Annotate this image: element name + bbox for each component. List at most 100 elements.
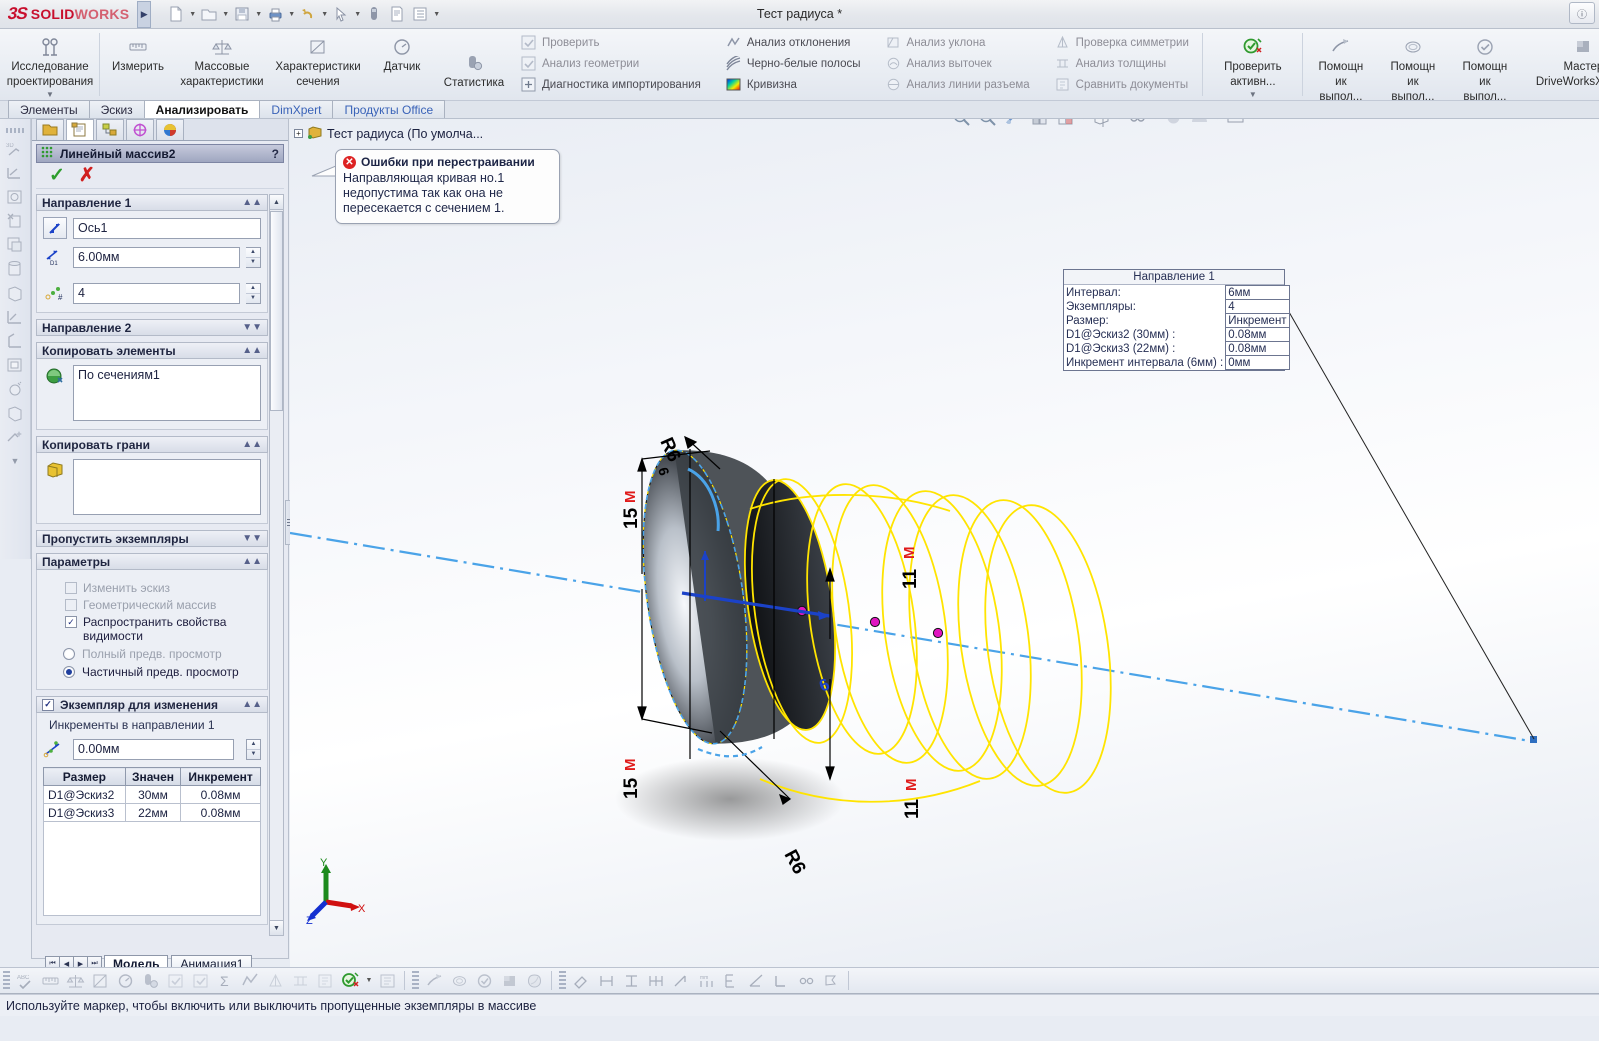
ok-button[interactable]: ✓	[49, 164, 65, 187]
driveworks-icon[interactable]	[497, 969, 522, 992]
option-partial-preview[interactable]: Частичный предв. просмотр	[63, 665, 261, 679]
zebra-stripes-row[interactable]: Черно-белые полосы	[723, 53, 867, 74]
dimxpert-manager-tab[interactable]	[126, 119, 154, 140]
option-full-preview[interactable]: Полный предв. просмотр	[63, 647, 261, 661]
chevron-up-icon[interactable]: ▲▲	[242, 197, 262, 208]
sustainability-icon[interactable]	[522, 969, 547, 992]
direction1-count-field[interactable]: 4	[73, 282, 240, 304]
features-to-pattern-header[interactable]: Копировать элементы ▲▲	[36, 342, 268, 359]
zoom-to-fit-icon[interactable]	[950, 119, 973, 129]
sensor-button[interactable]: Датчик	[366, 31, 438, 74]
draft-assistant-button[interactable]: Помощн ик выпол...	[1305, 31, 1377, 104]
extrude-cut-icon[interactable]	[3, 209, 27, 233]
mass-properties-button[interactable]: Массовые характеристики	[174, 31, 270, 89]
symmetry-check-icon[interactable]	[263, 969, 288, 992]
baseline-dimension-icon[interactable]	[644, 969, 669, 992]
check-active-icon[interactable]	[338, 969, 363, 992]
table-row[interactable]: D1@Эскиз3 22мм 0.08мм	[43, 803, 261, 822]
vertical-dimension-icon[interactable]	[619, 969, 644, 992]
graphics-viewport[interactable]: + Тест радиуса (По умолча... ▼ ▼ ▼ ▼ ▼	[290, 119, 1599, 967]
features-to-pattern-list[interactable]: По сечениям1	[73, 365, 261, 421]
tab-office-products[interactable]: Продукты Office	[332, 100, 446, 118]
toolbar-grip[interactable]	[6, 128, 24, 133]
edit-appearance-icon[interactable]	[1162, 119, 1185, 129]
scroll-down-button[interactable]: ▼	[270, 920, 283, 935]
direction-arrow-icon[interactable]	[43, 217, 67, 239]
geometry-analysis-icon[interactable]	[188, 969, 213, 992]
option-vary-sketch[interactable]: Изменить эскиз	[65, 581, 261, 595]
dimension-palette-icon[interactable]	[819, 969, 844, 992]
option-geometry-pattern[interactable]: Геометрический массив	[65, 598, 261, 612]
check-active-caret[interactable]: ▼	[363, 969, 375, 992]
section-properties-button[interactable]: Характеристики сечения	[270, 31, 366, 89]
draft-assistant-icon[interactable]	[422, 969, 447, 992]
parting-line-analysis-row[interactable]: Анализ линии разъема	[883, 74, 1036, 95]
chamfer-dimension-icon[interactable]	[669, 969, 694, 992]
configuration-manager-tab[interactable]	[96, 119, 124, 140]
bottom-toolbar-grip-1[interactable]	[3, 971, 10, 990]
checkbox-vary-sketch[interactable]	[65, 582, 77, 594]
property-manager-tab[interactable]	[66, 119, 94, 140]
apply-scene-icon[interactable]	[1188, 119, 1211, 129]
compare-documents-row[interactable]: Сравнить документы	[1052, 74, 1195, 95]
check-row[interactable]: Проверить	[518, 32, 606, 53]
extrude-boss-icon[interactable]	[3, 185, 27, 209]
direction1-axis-field[interactable]: Ось1	[73, 217, 261, 239]
previous-view-icon[interactable]	[1002, 119, 1025, 129]
chamfer-icon[interactable]	[3, 329, 27, 353]
option-propagate-visual[interactable]: ✓ Распространить свойства видимости	[65, 615, 261, 643]
error-callout[interactable]: ✕ Ошибки при перестраивании Направляющая…	[335, 149, 560, 224]
sketch-on-plane-icon[interactable]	[3, 161, 27, 185]
scroll-up-button[interactable]: ▲	[270, 195, 283, 210]
import-diagnostics-icon[interactable]	[375, 969, 400, 992]
feature-tree-root-row[interactable]: + Тест радиуса (По умолча...	[294, 125, 483, 142]
radio-partial-preview[interactable]	[63, 666, 75, 678]
display-style-caret[interactable]: ▼	[1116, 119, 1123, 121]
draft-analysis-row[interactable]: Анализ уклона	[883, 32, 992, 53]
direction1-spacing-stepper[interactable]: ▲ ▼	[246, 246, 261, 268]
sketch-3d-icon[interactable]: 3D	[3, 137, 27, 161]
direction1-spacing-field[interactable]: 6.00мм	[73, 246, 240, 268]
chevron-down-icon[interactable]: ▼▼	[242, 533, 262, 544]
view-settings-icon[interactable]	[1224, 119, 1247, 129]
shell-icon[interactable]	[3, 353, 27, 377]
view-orientation-icon[interactable]	[1054, 119, 1077, 129]
ordinate-dimension-icon[interactable]: mm	[694, 969, 719, 992]
check-icon[interactable]	[163, 969, 188, 992]
rib-icon[interactable]	[3, 401, 27, 425]
radio-full-preview[interactable]	[63, 648, 75, 660]
section-view-icon[interactable]	[1028, 119, 1051, 129]
driveworks-button[interactable]: Мастер DriveWorksXpress	[1521, 31, 1599, 89]
symmetry-check-row[interactable]: Проверка симметрии	[1052, 32, 1195, 53]
tab-features[interactable]: Элементы	[8, 100, 90, 118]
spell-check-icon[interactable]: ABC	[13, 969, 38, 992]
rail-more-caret[interactable]: ▼	[3, 449, 27, 473]
view-settings-caret[interactable]: ▼	[1250, 119, 1257, 121]
revolve-boss-icon[interactable]	[3, 233, 27, 257]
sensor-icon[interactable]	[113, 969, 138, 992]
bottom-toolbar-grip-3[interactable]	[559, 971, 566, 990]
options-header[interactable]: Параметры ▲▲	[36, 553, 268, 570]
thickness-assistant-icon[interactable]	[447, 969, 472, 992]
attach-dimension-icon[interactable]	[794, 969, 819, 992]
horizontal-dimension-icon[interactable]	[594, 969, 619, 992]
undercut-analysis-row[interactable]: Анализ выточек	[883, 53, 998, 74]
mass-properties-icon[interactable]	[63, 969, 88, 992]
instances-to-skip-header[interactable]: Пропустить экземпляры ▼▼	[36, 530, 268, 547]
chevron-up-icon[interactable]: ▲▲	[242, 699, 262, 710]
direction2-header[interactable]: Направление 2 ▼▼	[36, 319, 268, 336]
design-study-caret[interactable]: ▼	[46, 90, 54, 99]
checkbox-instances-to-vary[interactable]: ✓	[42, 698, 54, 711]
design-study-button[interactable]: Исследование проектирования ▼	[2, 31, 98, 99]
chevron-up-icon[interactable]: ▲▲	[242, 439, 262, 450]
instances-to-vary-header[interactable]: ✓ Экземпляр для изменения ▲▲	[36, 696, 268, 713]
smart-dimension-icon[interactable]	[569, 969, 594, 992]
tab-dimxpert[interactable]: DimXpert	[259, 100, 334, 118]
wrap-icon[interactable]	[3, 425, 27, 449]
thickness-analysis-row[interactable]: Анализ толщины	[1052, 53, 1173, 74]
faces-to-pattern-list[interactable]	[73, 459, 261, 515]
display-style-icon[interactable]	[1090, 119, 1113, 129]
chevron-up-icon[interactable]: ▲▲	[242, 345, 262, 356]
angle-dimension-icon[interactable]	[744, 969, 769, 992]
statistics-icon[interactable]	[138, 969, 163, 992]
